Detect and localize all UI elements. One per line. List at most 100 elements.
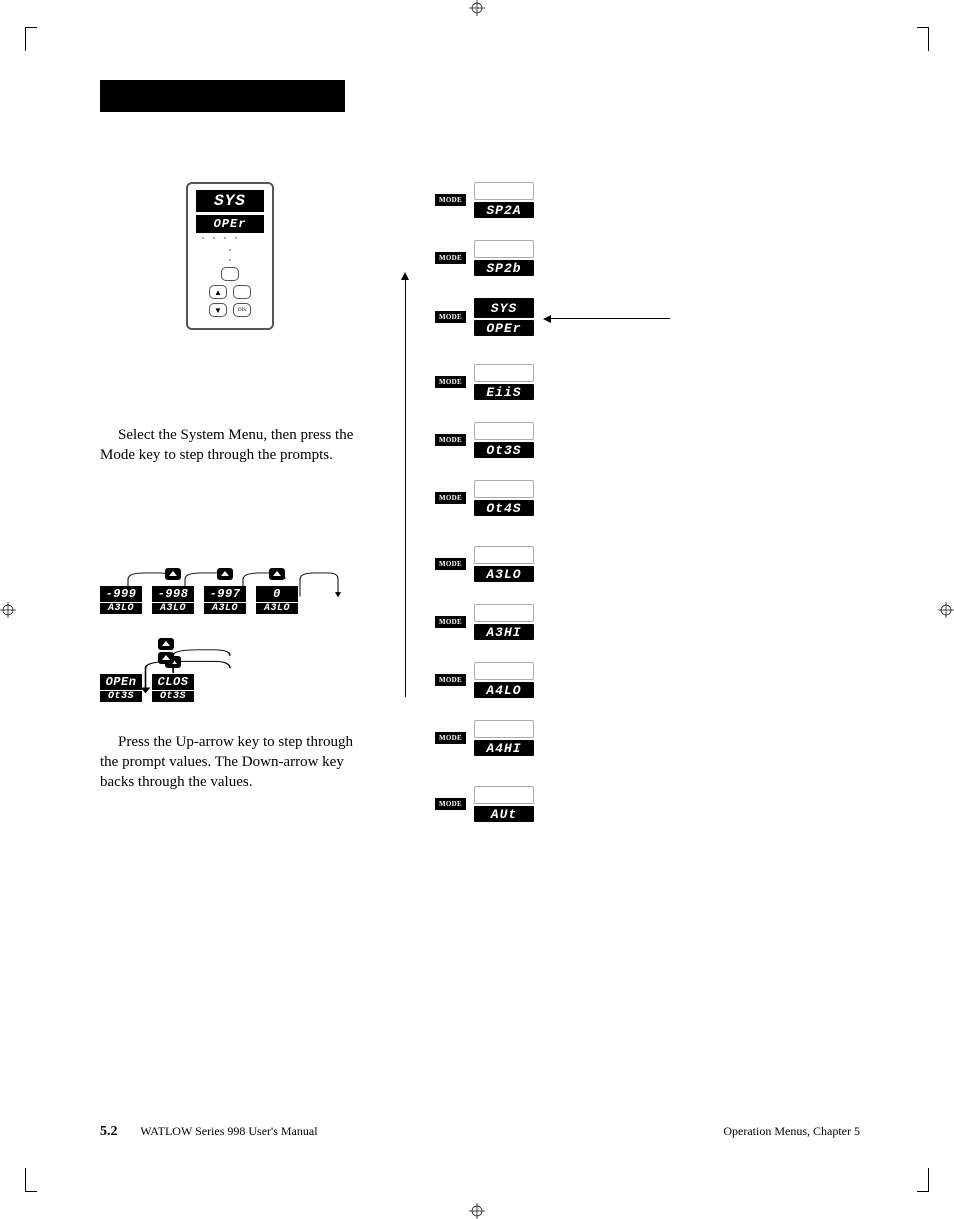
crop-mark [917, 27, 929, 28]
page-footer: 5.2 WATLOW Series 998 User's Manual Oper… [100, 1124, 860, 1140]
flow-return-line [405, 277, 406, 697]
flow-prompt-row: MODEA4LO [435, 662, 660, 698]
mode-key-label: MODE [435, 194, 466, 206]
segment-display: A4HI [474, 740, 534, 756]
segment-text: EiiS [486, 385, 521, 400]
device-down-button-icon: ▼ [209, 303, 227, 317]
device-mode-button-icon [221, 267, 239, 281]
segment-text: A3LO [486, 567, 521, 582]
mode-key-label: MODE [435, 311, 466, 323]
crop-mark [25, 27, 26, 51]
segment-display: EiiS [474, 384, 534, 400]
step-prompt: Ot3S [152, 691, 194, 702]
crop-mark [928, 27, 929, 51]
mode-key-label: MODE [435, 252, 466, 264]
segment-display: A3HI [474, 624, 534, 640]
segment-text: SP2A [486, 203, 521, 218]
value-placeholder-box [474, 546, 534, 564]
segment-text: A4LO [486, 683, 521, 698]
segment-display: Ot3S [474, 442, 534, 458]
value-placeholder-box [474, 786, 534, 804]
segment-display: AUt [474, 806, 534, 822]
device-upper-display: SYS [196, 190, 264, 212]
value-placeholder-box [474, 364, 534, 382]
step-value: OPEn [100, 674, 142, 690]
crop-mark [928, 1168, 929, 1192]
step-prompt: A3LO [256, 603, 298, 614]
crop-mark [25, 1168, 26, 1192]
segment-text: SYS [491, 301, 517, 316]
step-prompt: A3LO [204, 603, 246, 614]
double-up-arrow-icon [158, 638, 174, 666]
device-up-button-icon: ▲ [209, 285, 227, 299]
segment-display: Ot4S [474, 500, 534, 516]
step-value: CLOS [152, 674, 194, 690]
segment-display: OPEr [474, 320, 534, 336]
segment-text: AUt [491, 807, 517, 822]
segment-display: SP2b [474, 260, 534, 276]
segment-text: Ot3S [486, 443, 521, 458]
crop-mark [917, 1191, 929, 1192]
mode-key-label: MODE [435, 558, 466, 570]
mode-key-label: MODE [435, 732, 466, 744]
step-prompt: A3LO [152, 603, 194, 614]
registration-mark-icon [938, 602, 954, 618]
mode-key-label: MODE [435, 798, 466, 810]
step-cell: -998A3LO [152, 586, 194, 614]
step-prompt: Ot3S [100, 691, 142, 702]
step-value: -997 [204, 586, 246, 602]
flow-prompt-row: MODE Ot3S [435, 422, 660, 458]
device-led-icon [258, 190, 262, 194]
flow-prompt-row: MODE A3LO [435, 546, 660, 582]
device-lower-display: OPEr [196, 215, 264, 233]
instruction-select-system: Select the System Menu, then press the M… [100, 425, 360, 466]
step-value: 0 [256, 586, 298, 602]
device-lower-text: OPEr [214, 217, 247, 231]
value-placeholder-box [474, 662, 534, 680]
value-placeholder-box [474, 720, 534, 738]
up-arrow-key-icon [217, 568, 233, 580]
manual-title: WATLOW Series 998 User's Manual [140, 1124, 317, 1138]
segment-text: SP2b [486, 261, 521, 276]
flow-prompt-row: MODE A3HI [435, 604, 660, 640]
step-cell: -997A3LO [204, 586, 246, 614]
flow-prompt-row: MODE Ot4S [435, 480, 660, 516]
device-upper-text: SYS [214, 192, 246, 210]
flow-prompt-row: MODE AUt [435, 786, 660, 822]
mode-key-label: MODE [435, 376, 466, 388]
segment-display: SP2A [474, 202, 534, 218]
step-prompt: A3LO [100, 603, 142, 614]
flow-header-row: MODE SYS OPEr [435, 298, 660, 336]
step-cell: OPEnOt3S [100, 674, 142, 702]
segment-text: A4HI [486, 741, 521, 756]
instruction-up-arrow: Press the Up-arrow key to step through t… [100, 732, 360, 793]
crop-mark [25, 1191, 37, 1192]
flow-prompt-row: MODE SP2A [435, 182, 660, 218]
flow-prompt-row: MODE SP2b [435, 240, 660, 276]
up-arrow-key-icon [165, 568, 181, 580]
value-step-diagram-2: OPEnOt3SCLOSOt3S [100, 644, 360, 702]
segment-display: A3LO [474, 566, 534, 582]
flow-prompt-row: MODE A4HI [435, 720, 660, 756]
step-value: -999 [100, 586, 142, 602]
chapter-label: Operation Menus, Chapter 5 [723, 1124, 860, 1139]
registration-mark-icon [469, 1203, 485, 1219]
device-indicator-dots [202, 237, 264, 239]
registration-mark-icon [0, 602, 16, 618]
flow-prompt-row: MODE EiiS [435, 364, 660, 400]
segment-text: A3HI [486, 625, 521, 640]
up-arrow-key-icon [269, 568, 285, 580]
segment-display: A4LO [474, 682, 534, 698]
device-aux-button-icon [233, 285, 251, 299]
crop-mark [25, 27, 37, 28]
value-step-diagram-1: -999A3LO-998A3LO-997A3LO0A3LO [100, 566, 360, 614]
mode-key-label: MODE [435, 434, 466, 446]
mode-key-label: MODE [435, 492, 466, 504]
step-value: -998 [152, 586, 194, 602]
mode-key-label: MODE [435, 616, 466, 628]
value-placeholder-box [474, 422, 534, 440]
step-cell: CLOSOt3S [152, 674, 194, 702]
value-placeholder-box [474, 480, 534, 498]
segment-text: OPEr [486, 321, 521, 336]
value-placeholder-box [474, 182, 534, 200]
